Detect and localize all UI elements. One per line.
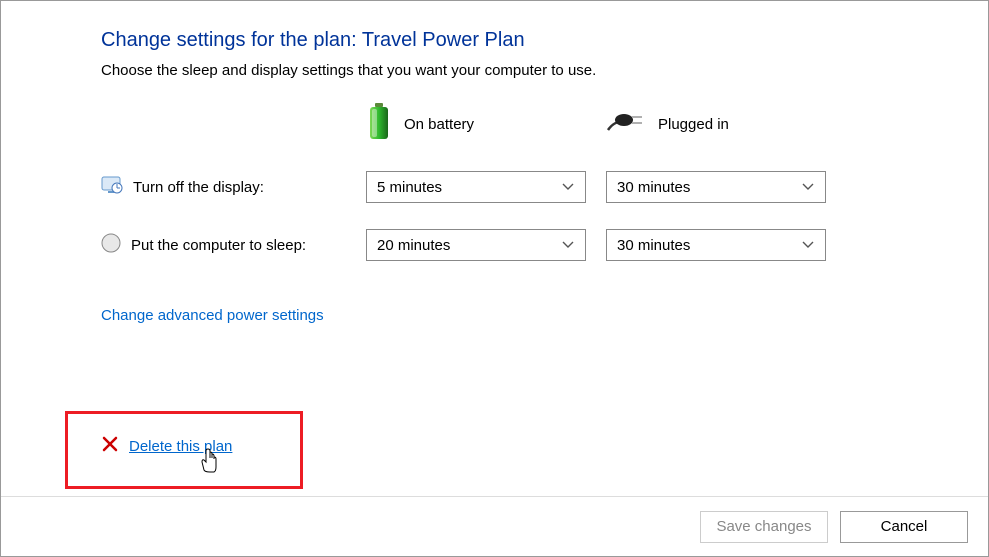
battery-icon bbox=[366, 103, 392, 145]
select-sleep-battery-value: 20 minutes bbox=[377, 237, 450, 254]
row-label-display-text: Turn off the display: bbox=[133, 179, 264, 196]
column-header-battery: On battery bbox=[366, 103, 586, 145]
column-header-plugged-label: Plugged in bbox=[658, 116, 729, 133]
row-label-display: Turn off the display: bbox=[101, 174, 366, 200]
column-header-plugged: Plugged in bbox=[606, 110, 826, 138]
select-display-battery[interactable]: 5 minutes bbox=[366, 171, 586, 203]
chevron-down-icon bbox=[561, 180, 575, 194]
footer-bar: Save changes Cancel bbox=[1, 496, 988, 556]
select-sleep-plugged[interactable]: 30 minutes bbox=[606, 229, 826, 261]
select-display-plugged-value: 30 minutes bbox=[617, 179, 690, 196]
link-delete-plan[interactable]: Delete this plan bbox=[129, 438, 232, 455]
chevron-down-icon bbox=[801, 238, 815, 252]
cancel-button[interactable]: Cancel bbox=[840, 511, 968, 543]
moon-icon bbox=[101, 233, 121, 257]
column-header-battery-label: On battery bbox=[404, 116, 474, 133]
chevron-down-icon bbox=[801, 180, 815, 194]
display-icon bbox=[101, 174, 123, 200]
row-label-sleep: Put the computer to sleep: bbox=[101, 233, 366, 257]
select-sleep-plugged-value: 30 minutes bbox=[617, 237, 690, 254]
link-advanced-settings[interactable]: Change advanced power settings bbox=[101, 307, 324, 324]
save-button: Save changes bbox=[700, 511, 828, 543]
chevron-down-icon bbox=[561, 238, 575, 252]
select-display-battery-value: 5 minutes bbox=[377, 179, 442, 196]
page-subtitle: Choose the sleep and display settings th… bbox=[101, 62, 968, 79]
select-display-plugged[interactable]: 30 minutes bbox=[606, 171, 826, 203]
page-title: Change settings for the plan: Travel Pow… bbox=[101, 29, 968, 52]
delete-x-icon bbox=[101, 435, 119, 457]
select-sleep-battery[interactable]: 20 minutes bbox=[366, 229, 586, 261]
plug-icon bbox=[606, 110, 646, 138]
row-label-sleep-text: Put the computer to sleep: bbox=[131, 237, 306, 254]
